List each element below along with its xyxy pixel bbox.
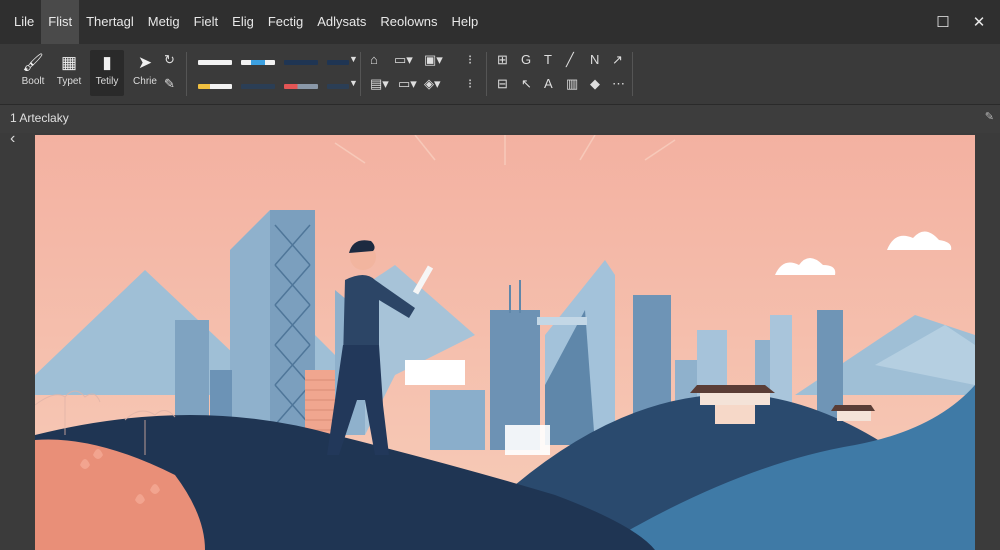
building-ledge [537,317,587,325]
swatch-dark-2[interactable] [327,84,349,89]
align-icon[interactable]: ⊟ [497,76,508,92]
more-icon[interactable]: ⋯ [612,76,625,92]
sign [505,425,550,455]
layer-icon[interactable]: ▣▾ [424,52,443,68]
document-tab-bar: 1 Arteclaky [0,105,1000,133]
shape-icon[interactable]: ⌂ [370,52,378,67]
swatch-dark[interactable] [241,84,275,89]
menu-fielt[interactable]: Fielt [187,0,226,44]
house-wall [700,393,770,405]
image-icon[interactable]: ▤▾ [370,76,389,92]
brush-icon: 🖌 [22,53,44,72]
divider [186,52,187,96]
tool-chrie[interactable]: ➤ Chrie [128,50,162,96]
anchor-icon[interactable]: N [590,52,599,67]
menu-fectig[interactable]: Fectig [261,0,310,44]
toolbar: 🖌 Boolt ▦ Typet ▮ Tetily ➤ Chrie ↻ ✎ ▼ ▼… [0,44,1000,105]
pin-icon[interactable]: ✎ [985,110,994,123]
crop-icon[interactable]: ▭▾ [398,76,417,92]
billboard [405,360,465,385]
tool-label: Typet [56,76,82,87]
group-icon[interactable]: G [521,52,531,67]
lasso-icon[interactable]: ↻ [164,52,175,68]
page-icon: ▮ [102,53,112,72]
divider [486,52,487,96]
close-icon[interactable]: ✕ [972,13,986,31]
type-icon[interactable]: A [544,76,553,91]
swatch-white[interactable] [198,60,232,65]
tool-tetily[interactable]: ▮ Tetily [90,50,124,96]
menu-metig[interactable]: Metig [141,0,187,44]
house-wall [837,411,871,421]
eraser-icon[interactable]: ◆ [590,76,600,92]
house-roof [831,405,875,411]
pointer-icon[interactable]: ↖ [521,76,532,92]
building [175,320,209,430]
frame-icon[interactable]: ▭▾ [394,52,413,68]
more-icon[interactable]: ⁝ [468,76,472,92]
dropdown-icon[interactable]: ▼ [349,54,358,64]
swatch-yellow[interactable] [198,84,232,89]
building [430,390,485,450]
divider [360,52,361,96]
tool-label: Tetily [95,76,119,87]
swatch-red[interactable] [284,84,318,89]
basket-icon: ▦ [60,53,78,72]
menu-help[interactable]: Help [444,0,485,44]
menu-adlysats[interactable]: Adlysats [310,0,373,44]
menu-bar: Lile Flist Thertagl Metig Fielt Elig Fec… [0,0,1000,44]
cursor-icon: ➤ [137,53,153,72]
tool-label: Chrie [133,76,157,87]
maximize-icon[interactable]: ☐ [936,13,950,31]
swatch-navy[interactable] [284,60,318,65]
artboard-canvas[interactable] [35,135,975,550]
window-controls: ☐ ✕ [936,0,986,44]
left-gutter [0,135,35,550]
menu-flist[interactable]: Flist [41,0,80,44]
menu-elig[interactable]: Elig [225,0,261,44]
right-gutter [975,135,1000,550]
pencil-icon[interactable]: ╱ [566,52,574,68]
fill-icon[interactable]: ◈▾ [424,76,441,92]
document-title[interactable]: 1 Arteclaky [10,111,69,125]
more-icon[interactable]: ⁝ [468,52,472,68]
swatch-navy-2[interactable] [327,60,349,65]
tool-boolt[interactable]: 🖌 Boolt [16,50,50,96]
text-icon[interactable]: T [544,52,552,67]
arrow-icon[interactable]: ↗ [612,52,623,68]
pen-icon[interactable]: ✎ [164,76,175,92]
menu-reolowns[interactable]: Reolowns [373,0,444,44]
tool-label: Boolt [21,76,45,87]
menu-thertagl[interactable]: Thertagl [79,0,141,44]
tool-typet[interactable]: ▦ Typet [52,50,86,96]
swatch-blue[interactable] [241,60,275,65]
menu-file[interactable]: Lile [0,0,41,44]
table-icon[interactable]: ▥ [566,76,578,92]
back-arrow-icon[interactable]: ‹ [10,130,15,148]
divider [632,52,633,96]
house-roof [690,385,775,393]
dropdown-icon[interactable]: ▼ [349,78,358,88]
grid-icon[interactable]: ⊞ [497,52,508,68]
illustration [35,135,975,550]
